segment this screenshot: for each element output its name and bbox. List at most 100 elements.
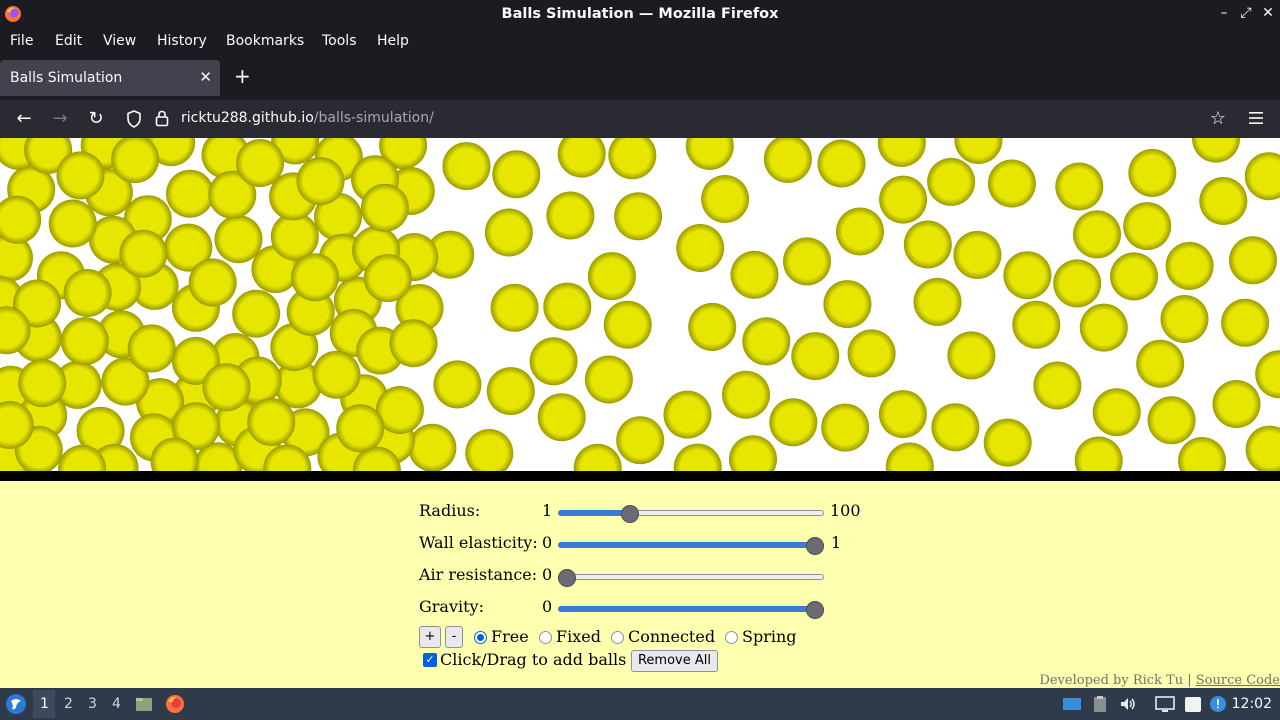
ball: [763, 138, 812, 183]
ball: [363, 254, 412, 303]
source-code-link[interactable]: Source Code: [1196, 673, 1280, 688]
tab-balls-simulation[interactable]: Balls Simulation ✕: [0, 60, 220, 96]
radio-fixed[interactable]: [539, 631, 552, 644]
clipboard-icon[interactable]: [1091, 695, 1109, 713]
workspace-3[interactable]: 3: [88, 696, 97, 712]
slider-thumb[interactable]: [806, 601, 824, 619]
ball: [688, 302, 737, 351]
menu-bookmarks[interactable]: Bookmarks: [226, 33, 304, 49]
radio-connected-label[interactable]: Connected: [628, 627, 715, 646]
ball: [1003, 251, 1052, 300]
screen-icon[interactable]: [1062, 695, 1082, 713]
ball: [60, 317, 109, 366]
remove-all-button[interactable]: Remove All: [631, 650, 718, 672]
menu-help[interactable]: Help: [377, 33, 409, 49]
notes-icon[interactable]: [1183, 695, 1203, 713]
maximize-icon[interactable]: ⤢: [1237, 5, 1255, 21]
back-icon[interactable]: ←: [12, 108, 36, 130]
lock-icon[interactable]: [154, 109, 170, 127]
radius-row: Radius: 1 100: [419, 498, 879, 523]
slider-track: [558, 574, 824, 580]
ball: [954, 138, 1003, 164]
click-drag-row: ✓ Click/Drag to add balls Remove All: [419, 648, 879, 672]
ball: [1212, 380, 1261, 428]
tab-close-icon[interactable]: ✕: [199, 68, 212, 86]
clock: 12:02: [1231, 696, 1272, 712]
ball: [529, 337, 578, 386]
ball: [817, 139, 866, 188]
radio-fixed-label[interactable]: Fixed: [556, 627, 601, 646]
air-resistance-min: 0: [542, 565, 553, 584]
ball: [608, 138, 657, 180]
ball: [676, 224, 725, 272]
radius-slider[interactable]: [558, 505, 824, 523]
remove-ball-button[interactable]: -: [445, 626, 463, 648]
ball: [983, 418, 1032, 467]
ball: [878, 390, 927, 439]
ball: [1229, 236, 1277, 285]
ball: [56, 151, 105, 200]
click-drag-checkbox[interactable]: ✓: [423, 653, 437, 667]
simulation-canvas[interactable]: [0, 138, 1280, 481]
ball: [442, 142, 491, 191]
bookmark-star-icon[interactable]: ☆: [1210, 108, 1226, 129]
menu-history[interactable]: History: [157, 33, 207, 49]
start-menu-icon[interactable]: [5, 693, 27, 715]
minimize-icon[interactable]: –: [1215, 5, 1233, 21]
close-window-icon[interactable]: ✕: [1259, 5, 1277, 21]
ball: [1192, 138, 1240, 163]
reload-icon[interactable]: ↻: [84, 108, 108, 130]
ball: [1055, 162, 1104, 211]
radio-spring-label[interactable]: Spring: [742, 627, 797, 646]
balls-layer[interactable]: [0, 138, 1280, 471]
radio-connected[interactable]: [611, 631, 624, 644]
radio-free[interactable]: [474, 631, 487, 644]
file-manager-icon[interactable]: [135, 695, 153, 713]
ball: [1123, 202, 1172, 251]
ball: [1074, 436, 1123, 471]
add-ball-button[interactable]: +: [419, 626, 441, 648]
hamburger-menu-icon[interactable]: [1248, 110, 1264, 126]
menu-edit[interactable]: Edit: [55, 33, 82, 49]
ball: [232, 289, 281, 338]
slider-thumb[interactable]: [806, 537, 824, 555]
menu-file[interactable]: File: [10, 33, 33, 49]
ball: [1033, 361, 1082, 410]
ball: [1199, 177, 1248, 225]
ball: [587, 252, 636, 301]
navigation-toolbar: ← → ↻ ricktu288.github.io/balls-simulati…: [0, 100, 1280, 138]
menu-view[interactable]: View: [103, 33, 136, 49]
ball: [953, 230, 1002, 279]
workspace-4[interactable]: 4: [112, 696, 121, 712]
url-text[interactable]: ricktu288.github.io/balls-simulation/: [181, 110, 434, 126]
workspace-2[interactable]: 2: [64, 696, 73, 712]
click-drag-label[interactable]: Click/Drag to add balls: [440, 650, 626, 669]
ball: [18, 359, 67, 408]
new-tab-icon[interactable]: +: [234, 66, 251, 86]
ball: [685, 138, 734, 170]
firefox-taskbar-icon[interactable]: [165, 694, 185, 714]
forward-icon[interactable]: →: [48, 108, 72, 130]
air-resistance-slider[interactable]: [558, 569, 824, 587]
menu-tools[interactable]: Tools: [322, 33, 357, 49]
wall-elasticity-row: Wall elasticity: 0 1: [419, 530, 879, 555]
shield-icon[interactable]: [126, 110, 142, 128]
gravity-slider[interactable]: [558, 601, 824, 619]
slider-thumb[interactable]: [620, 505, 639, 523]
mode-row: + - Free Fixed Connected Spring: [419, 624, 879, 648]
display-icon[interactable]: [1155, 695, 1175, 713]
wall-elasticity-slider[interactable]: [558, 537, 824, 555]
network-icon[interactable]: [1209, 695, 1227, 713]
radius-min: 1: [542, 501, 553, 520]
radio-free-label[interactable]: Free: [491, 627, 529, 646]
ball: [1245, 425, 1280, 471]
url-bar[interactable]: ricktu288.github.io/balls-simulation/ ☆: [120, 104, 1242, 134]
workspace-1[interactable]: 1: [40, 696, 49, 712]
volume-icon[interactable]: [1119, 695, 1137, 713]
ball: [885, 442, 934, 471]
window-titlebar: Balls Simulation — Mozilla Firefox – ⤢ ✕: [0, 0, 1280, 29]
slider-thumb[interactable]: [558, 569, 576, 587]
ball: [673, 443, 722, 471]
ball: [729, 435, 777, 471]
radio-spring[interactable]: [725, 631, 738, 644]
